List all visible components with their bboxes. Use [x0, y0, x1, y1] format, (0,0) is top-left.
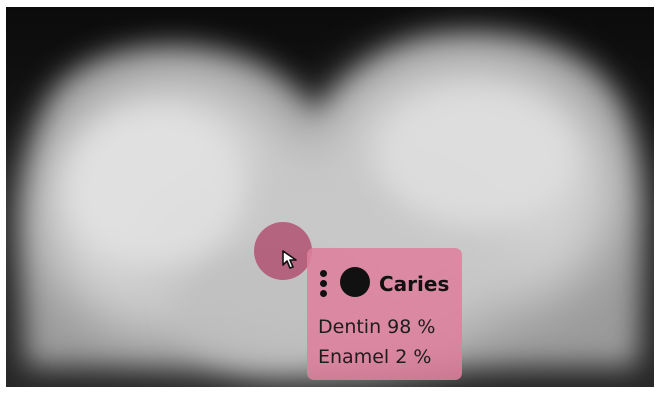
finding-dentin-percent: Dentin 98 % [318, 316, 436, 338]
more-vertical-icon[interactable] [320, 270, 328, 300]
finding-enamel-percent: Enamel 2 % [318, 346, 432, 368]
circle-icon [340, 267, 370, 297]
xray-viewer[interactable]: Caries Dentin 98 % Enamel 2 % [6, 7, 654, 387]
finding-title: Caries [379, 272, 450, 296]
finding-tooltip: Caries Dentin 98 % Enamel 2 % [307, 248, 462, 380]
pointer-cursor-icon [282, 250, 297, 269]
